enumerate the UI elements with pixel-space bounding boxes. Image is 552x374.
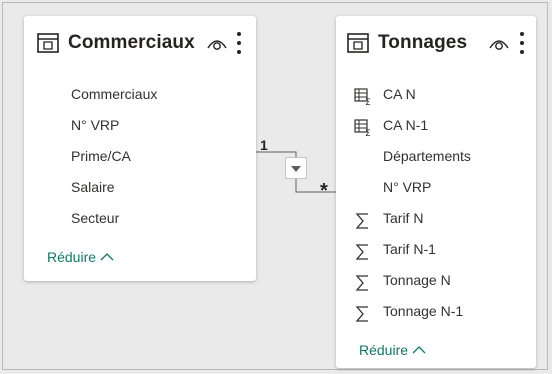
field-item[interactable]: Prime/CA — [71, 148, 131, 164]
collapse-label: Réduire — [359, 342, 409, 358]
sigma-icon — [354, 274, 372, 292]
collapse-link[interactable]: Réduire — [47, 249, 114, 265]
svg-text:Σ: Σ — [365, 98, 371, 106]
field-item[interactable]: CA N-1 — [383, 117, 428, 133]
collapse-link[interactable]: Réduire — [359, 342, 426, 358]
measure-table-icon: Σ — [354, 88, 372, 106]
field-item[interactable]: Commerciaux — [71, 86, 157, 102]
field-item[interactable]: Salaire — [71, 179, 115, 195]
measure-table-icon: Σ — [354, 119, 372, 137]
table-title: Commerciaux — [68, 32, 195, 53]
field-item[interactable]: N° VRP — [71, 117, 119, 133]
sigma-icon — [354, 212, 372, 230]
sigma-icon — [354, 305, 372, 323]
table-card-tonnages[interactable]: Tonnages Σ CA N Σ CA N-1 Départements N°… — [336, 16, 536, 368]
field-item[interactable]: Tonnage N-1 — [383, 303, 463, 319]
field-item[interactable]: Tonnage N — [383, 272, 451, 288]
field-item[interactable]: CA N — [383, 86, 416, 102]
table-icon — [347, 33, 369, 53]
table-title: Tonnages — [378, 32, 468, 53]
table-card-header[interactable]: Commerciaux — [24, 16, 256, 68]
visibility-eye-icon[interactable] — [488, 36, 510, 52]
more-options-icon[interactable] — [517, 30, 527, 56]
visibility-eye-icon[interactable] — [206, 36, 228, 52]
chevron-up-icon — [100, 249, 114, 265]
field-item[interactable]: N° VRP — [383, 179, 431, 195]
chevron-up-icon — [412, 342, 426, 358]
field-item[interactable]: Tarif N-1 — [383, 241, 436, 257]
field-item[interactable]: Départements — [383, 148, 471, 164]
field-item[interactable]: Secteur — [71, 210, 119, 226]
cardinality-many-label: * — [320, 180, 328, 202]
table-card-header[interactable]: Tonnages — [336, 16, 536, 68]
collapse-label: Réduire — [47, 249, 97, 265]
cardinality-one-label: 1 — [260, 137, 268, 153]
field-item[interactable]: Tarif N — [383, 210, 423, 226]
table-card-commerciaux[interactable]: Commerciaux Commerciaux N° VRP Prime/CA … — [24, 16, 256, 281]
svg-text:Σ: Σ — [365, 129, 371, 137]
more-options-icon[interactable] — [234, 30, 244, 56]
filter-direction-arrow-icon[interactable] — [285, 157, 307, 179]
table-icon — [37, 33, 59, 53]
sigma-icon — [354, 243, 372, 261]
